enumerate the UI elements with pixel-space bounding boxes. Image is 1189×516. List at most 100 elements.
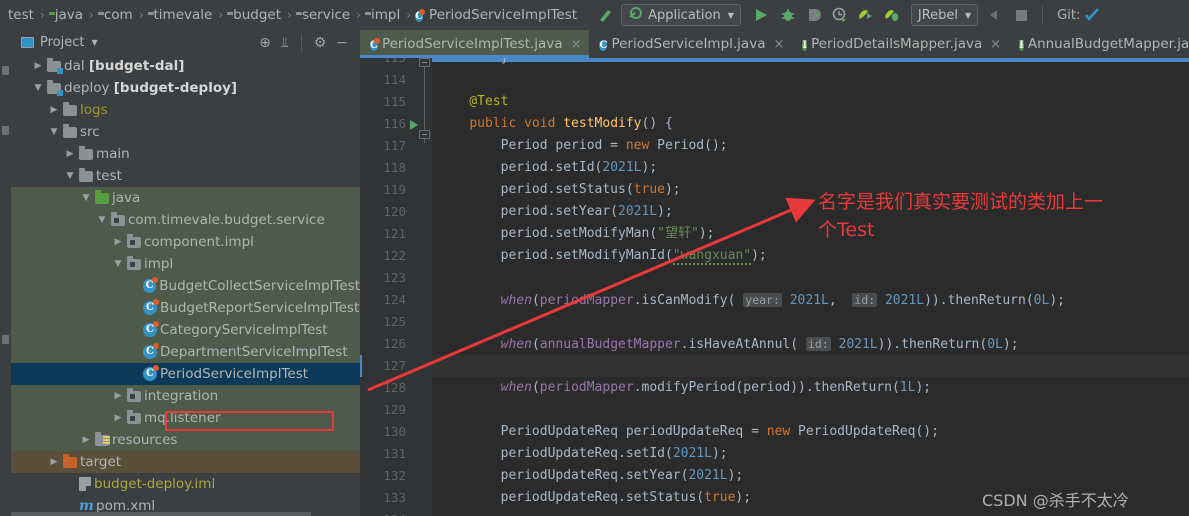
settings-action[interactable]: ⚙ xyxy=(314,36,327,50)
chevron-right-icon[interactable]: ▶ xyxy=(111,391,125,401)
fold-handle[interactable] xyxy=(419,130,430,139)
chevron-down-icon[interactable]: ▼ xyxy=(79,193,93,203)
code-line-129[interactable]: 129 xyxy=(360,399,1189,421)
breadcrumb-item-timevale[interactable]: timevale xyxy=(154,7,213,23)
code-editor[interactable]: 113 }114115 @Test116 public void testMod… xyxy=(360,58,1189,516)
debug-button[interactable] xyxy=(777,4,799,26)
code-line-128[interactable]: 128 when(periodMapper.modifyPeriod(perio… xyxy=(360,377,1189,399)
run-configuration-selector[interactable]: Application ▼ xyxy=(621,4,741,26)
close-icon[interactable]: × xyxy=(571,37,582,52)
tree-node-resources[interactable]: ▶ resources xyxy=(11,429,360,451)
chevron-down-icon[interactable]: ▼ xyxy=(31,83,45,93)
code-line-113[interactable]: 113 } xyxy=(360,58,1189,69)
chevron-down-icon[interactable]: ▼ xyxy=(111,259,125,269)
jrebel-debug-button[interactable] xyxy=(881,4,903,26)
chevron-right-icon[interactable]: ▶ xyxy=(127,281,141,291)
chevron-right-icon[interactable]: ▶ xyxy=(79,435,93,445)
tree-node-java[interactable]: ▼ java xyxy=(11,187,360,209)
code-line-116[interactable]: 116 public void testModify() { xyxy=(360,113,1189,135)
chevron-down-icon[interactable]: ▼ xyxy=(95,215,109,225)
editor-tab-annualbudgetmapper-java[interactable]: I AnnualBudgetMapper.java xyxy=(1009,30,1189,58)
tree-node-deploy[interactable]: ▼ deploy [budget-deploy] xyxy=(11,77,360,99)
code-line-124[interactable]: 124 when(periodMapper.isCanModify( year:… xyxy=(360,289,1189,311)
chevron-right-icon[interactable]: ▶ xyxy=(47,457,61,467)
collapse-all-action[interactable]: ⫫ xyxy=(281,36,289,50)
code-line-127[interactable]: 127 xyxy=(360,355,1189,377)
run-test-gutter-icon[interactable] xyxy=(410,120,418,130)
tree-node-budgetcollectserviceimpltest[interactable]: ▶CBudgetCollectServiceImplTest xyxy=(11,275,360,297)
tree-node-component-impl[interactable]: ▶ component.impl xyxy=(11,231,360,253)
tree-node-logs[interactable]: ▶ logs xyxy=(11,99,360,121)
editor-tab-periodserviceimpltest-java[interactable]: C PeriodServiceImplTest.java × xyxy=(360,30,590,58)
editor-tab-perioddetailsmapper-java[interactable]: I PeriodDetailsMapper.java × xyxy=(792,30,1009,58)
code-line-118[interactable]: 118 period.setId(2021L); xyxy=(360,157,1189,179)
tool-window-marker[interactable] xyxy=(2,126,9,135)
code-line-130[interactable]: 130 PeriodUpdateReq periodUpdateReq = ne… xyxy=(360,421,1189,443)
editor-tab-periodserviceimpl-java[interactable]: C PeriodServiceImpl.java × xyxy=(589,30,792,58)
tree-node-budgetreportserviceimpltest[interactable]: ▶CBudgetReportServiceImplTest xyxy=(11,297,360,319)
chevron-right-icon[interactable]: ▶ xyxy=(127,303,141,313)
run-button[interactable] xyxy=(751,4,773,26)
breadcrumb-item-budget[interactable]: budget xyxy=(233,7,281,23)
chevron-right-icon[interactable]: ▶ xyxy=(111,413,125,423)
chevron-right-icon[interactable]: ▶ xyxy=(127,325,141,335)
code-line-114[interactable]: 114 xyxy=(360,69,1189,91)
chevron-right-icon[interactable]: ▶ xyxy=(47,105,61,115)
tree-node-main[interactable]: ▶ main xyxy=(11,143,360,165)
breadcrumb-item-impl[interactable]: impl xyxy=(371,7,400,23)
stop-button[interactable] xyxy=(1010,4,1032,26)
tree-node-mq-listener[interactable]: ▶ mq.listener xyxy=(11,407,360,429)
breadcrumb-item-service[interactable]: service xyxy=(302,7,350,23)
breadcrumb-item-com[interactable]: com xyxy=(104,7,133,23)
project-horizontal-scrollbar[interactable] xyxy=(11,512,360,516)
chevron-down-icon[interactable]: ▼ xyxy=(63,171,77,181)
code-line-132[interactable]: 132 periodUpdateReq.setYear(2021L); xyxy=(360,465,1189,487)
tree-node-test[interactable]: ▼ test xyxy=(11,165,360,187)
tree-node-target[interactable]: ▶ target xyxy=(11,451,360,473)
tool-window-marker[interactable] xyxy=(2,66,9,75)
hide-action[interactable]: − xyxy=(336,36,348,50)
jrebel-run-button[interactable] xyxy=(855,4,877,26)
chevron-down-icon[interactable]: ▼ xyxy=(47,127,61,137)
breadcrumb-item-class[interactable]: PeriodServiceImplTest xyxy=(429,7,577,23)
code-line-123[interactable]: 123 xyxy=(360,267,1189,289)
attach-button[interactable] xyxy=(984,4,1006,26)
breadcrumb-item-java[interactable]: java xyxy=(55,7,83,23)
profile-button[interactable] xyxy=(829,4,851,26)
build-button[interactable] xyxy=(595,4,617,26)
update-project-button[interactable] xyxy=(1082,4,1104,26)
tool-window-marker[interactable] xyxy=(2,335,9,344)
run-with-coverage-button[interactable] xyxy=(803,4,825,26)
code-line-125[interactable]: 125 xyxy=(360,311,1189,333)
close-icon[interactable]: × xyxy=(990,37,1001,52)
chevron-right-icon[interactable]: ▶ xyxy=(63,149,77,159)
tree-node-src[interactable]: ▼ src xyxy=(11,121,360,143)
close-icon[interactable]: × xyxy=(773,37,784,52)
project-tree[interactable]: ▶ dal [budget-dal] ▼ deploy [budget-deploy]… xyxy=(11,55,360,516)
tree-node-categoryserviceimpltest[interactable]: ▶CCategoryServiceImplTest xyxy=(11,319,360,341)
chevron-right-icon[interactable]: ▶ xyxy=(63,501,77,511)
code-line-122[interactable]: 122 period.setModifyManId("wangxuan"); xyxy=(360,245,1189,267)
breadcrumb-item-test[interactable]: test xyxy=(8,7,34,23)
tree-node-dal[interactable]: ▶ dal [budget-dal] xyxy=(11,55,360,77)
code-line-126[interactable]: 126 when(annualBudgetMapper.isHaveAtAnnu… xyxy=(360,333,1189,355)
chevron-right-icon[interactable]: ▶ xyxy=(127,369,141,379)
tree-node-integration[interactable]: ▶ integration xyxy=(11,385,360,407)
chevron-down-icon[interactable]: ▼ xyxy=(91,38,97,47)
editor-tab-bar[interactable]: C PeriodServiceImplTest.java × C PeriodServi… xyxy=(360,30,1189,58)
chevron-right-icon[interactable]: ▶ xyxy=(31,61,45,71)
fold-handle[interactable] xyxy=(419,58,430,67)
chevron-right-icon[interactable]: ▶ xyxy=(63,479,77,489)
code-line-117[interactable]: 117 Period period = new Period(); xyxy=(360,135,1189,157)
locate-file-action[interactable]: ⊕ xyxy=(259,36,271,50)
code-line-131[interactable]: 131 periodUpdateReq.setId(2021L); xyxy=(360,443,1189,465)
chevron-right-icon[interactable]: ▶ xyxy=(127,347,141,357)
tree-node-periodserviceimpltest[interactable]: ▶CPeriodServiceImplTest xyxy=(11,363,360,385)
tree-node-budget-deploy-iml[interactable]: ▶ budget-deploy.iml xyxy=(11,473,360,495)
project-panel-title[interactable]: Project xyxy=(40,35,84,50)
chevron-right-icon[interactable]: ▶ xyxy=(111,237,125,247)
tree-node-departmentserviceimpltest[interactable]: ▶CDepartmentServiceImplTest xyxy=(11,341,360,363)
tree-node-impl[interactable]: ▼ impl xyxy=(11,253,360,275)
code-line-115[interactable]: 115 @Test xyxy=(360,91,1189,113)
jrebel-selector[interactable]: JRebel ▼ xyxy=(910,4,979,26)
